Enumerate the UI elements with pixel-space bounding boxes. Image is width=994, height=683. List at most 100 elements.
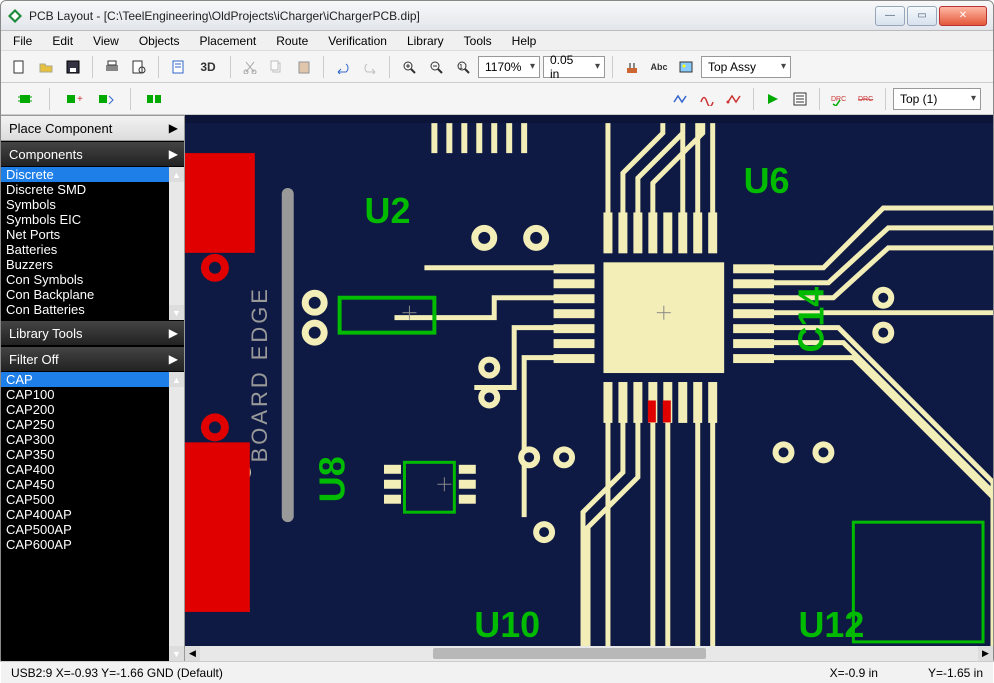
pcb-viewport[interactable]: U2 U6 C14 U8 U10 U12 BOARD EDGE ◀ ▶ xyxy=(185,115,993,661)
maximize-button[interactable]: ▭ xyxy=(907,6,937,26)
list-item[interactable]: CAP350 xyxy=(1,447,184,462)
list-item[interactable]: Symbols EIC xyxy=(1,212,184,227)
print-button[interactable] xyxy=(100,55,124,79)
parts-list[interactable]: CAP CAP100 CAP200 CAP250 CAP300 CAP350 C… xyxy=(1,372,184,661)
comp-tool-2[interactable]: + xyxy=(62,87,86,111)
minimize-button[interactable]: — xyxy=(875,6,905,26)
scroll-left-icon[interactable]: ◀ xyxy=(185,646,200,661)
list-item[interactable]: Batteries xyxy=(1,242,184,257)
components-header[interactable]: Components▶ xyxy=(1,141,184,167)
comp-tool-1[interactable] xyxy=(13,87,37,111)
redo-button[interactable] xyxy=(358,55,382,79)
pcb-canvas[interactable]: U2 U6 C14 U8 U10 U12 BOARD EDGE xyxy=(185,115,993,661)
menu-library[interactable]: Library xyxy=(399,32,452,50)
route-manual-button[interactable] xyxy=(668,87,692,111)
list-item[interactable]: CAP450 xyxy=(1,477,184,492)
image-icon xyxy=(679,60,693,74)
left-panel: Place Component▶ Components▶ Discrete Di… xyxy=(1,115,185,661)
titlebar: PCB Layout - [C:\TeelEngineering\OldProj… xyxy=(1,1,993,31)
zoom-fit-button[interactable]: 1 xyxy=(451,55,475,79)
list-item[interactable]: CAP200 xyxy=(1,402,184,417)
cut-button[interactable] xyxy=(238,55,262,79)
route-wave-icon xyxy=(699,92,715,106)
list-item[interactable]: CAP400AP xyxy=(1,507,184,522)
layer2-combo[interactable]: Top (1) xyxy=(893,88,981,110)
list-item[interactable]: Con Batteries xyxy=(1,302,184,317)
run-button[interactable] xyxy=(761,87,785,111)
list-item[interactable]: CAP300 xyxy=(1,432,184,447)
grid-combo[interactable]: 0.05 in xyxy=(543,56,605,78)
list-item[interactable]: Symbols xyxy=(1,197,184,212)
menu-view[interactable]: View xyxy=(85,32,127,50)
menu-help[interactable]: Help xyxy=(504,32,545,50)
route-auto-button[interactable] xyxy=(722,87,746,111)
layer-combo[interactable]: Top Assy xyxy=(701,56,791,78)
titles-button[interactable] xyxy=(166,55,190,79)
zoom-in-button[interactable] xyxy=(397,55,421,79)
image-button[interactable] xyxy=(674,55,698,79)
comp-tool-4[interactable] xyxy=(143,87,167,111)
app-icon xyxy=(7,8,23,24)
svg-text:U8: U8 xyxy=(312,456,353,502)
svg-text:U6: U6 xyxy=(744,160,790,201)
close-button[interactable]: ✕ xyxy=(939,6,987,26)
zoom-combo[interactable]: 1170% xyxy=(478,56,540,78)
menu-edit[interactable]: Edit xyxy=(44,32,81,50)
menu-verification[interactable]: Verification xyxy=(320,32,395,50)
list-item[interactable]: Buzzers xyxy=(1,257,184,272)
svg-text:U2: U2 xyxy=(365,190,411,231)
menu-tools[interactable]: Tools xyxy=(456,32,500,50)
window-title: PCB Layout - [C:\TeelEngineering\OldProj… xyxy=(29,9,875,23)
list-item[interactable]: CAP250 xyxy=(1,417,184,432)
zoom-out-button[interactable] xyxy=(424,55,448,79)
scrollbar[interactable]: ▲▼ xyxy=(169,372,184,661)
copy-button[interactable] xyxy=(265,55,289,79)
menu-placement[interactable]: Placement xyxy=(192,32,265,50)
list-item[interactable]: CAP600AP xyxy=(1,537,184,552)
drc-off-icon: DRC xyxy=(858,92,874,106)
scroll-thumb[interactable] xyxy=(433,648,705,659)
library-tools-header[interactable]: Library Tools▶ xyxy=(1,320,184,346)
titles-icon xyxy=(171,60,185,74)
list-button[interactable] xyxy=(788,87,812,111)
route-wave-button[interactable] xyxy=(695,87,719,111)
list-item[interactable]: Net Ports xyxy=(1,227,184,242)
list-item[interactable]: CAP400 xyxy=(1,462,184,477)
filter-header[interactable]: Filter Off▶ xyxy=(1,346,184,372)
list-item[interactable]: Discrete SMD xyxy=(1,182,184,197)
list-item[interactable]: CAP100 xyxy=(1,387,184,402)
drc-off-button[interactable]: DRC xyxy=(854,87,878,111)
scroll-right-icon[interactable]: ▶ xyxy=(978,646,993,661)
list-item[interactable]: CAP xyxy=(1,372,184,387)
list-item[interactable]: CAP500 xyxy=(1,492,184,507)
horizontal-scrollbar[interactable]: ◀ ▶ xyxy=(185,646,993,661)
scrollbar[interactable]: ▲▼ xyxy=(169,167,184,320)
list-icon xyxy=(793,92,807,106)
place-component-header[interactable]: Place Component▶ xyxy=(1,115,184,141)
undo-button[interactable] xyxy=(331,55,355,79)
menu-file[interactable]: File xyxy=(5,32,40,50)
chip-swap-icon xyxy=(97,92,115,106)
open-button[interactable] xyxy=(34,55,58,79)
undo-icon xyxy=(336,60,350,74)
list-item[interactable]: Con Backplane xyxy=(1,287,184,302)
category-list[interactable]: Discrete Discrete SMD Symbols Symbols EI… xyxy=(1,167,184,320)
list-item[interactable]: CAP500AP xyxy=(1,522,184,537)
drc-button[interactable]: DRC xyxy=(827,87,851,111)
3d-button[interactable]: 3D xyxy=(193,55,223,79)
paste-button[interactable] xyxy=(292,55,316,79)
preview-button[interactable] xyxy=(127,55,151,79)
list-item[interactable]: Con Symbols xyxy=(1,272,184,287)
new-file-button[interactable] xyxy=(7,55,31,79)
pick-button[interactable] xyxy=(620,55,644,79)
menu-objects[interactable]: Objects xyxy=(131,32,188,50)
label-button[interactable]: Abc xyxy=(647,55,671,79)
menu-route[interactable]: Route xyxy=(268,32,316,50)
list-item[interactable]: Discrete xyxy=(1,167,184,182)
comp-tool-3[interactable] xyxy=(94,87,118,111)
zoom-out-icon xyxy=(429,60,443,74)
save-button[interactable] xyxy=(61,55,85,79)
copy-icon xyxy=(270,60,284,74)
svg-text:U10: U10 xyxy=(474,604,540,645)
svg-text:U12: U12 xyxy=(798,604,864,645)
